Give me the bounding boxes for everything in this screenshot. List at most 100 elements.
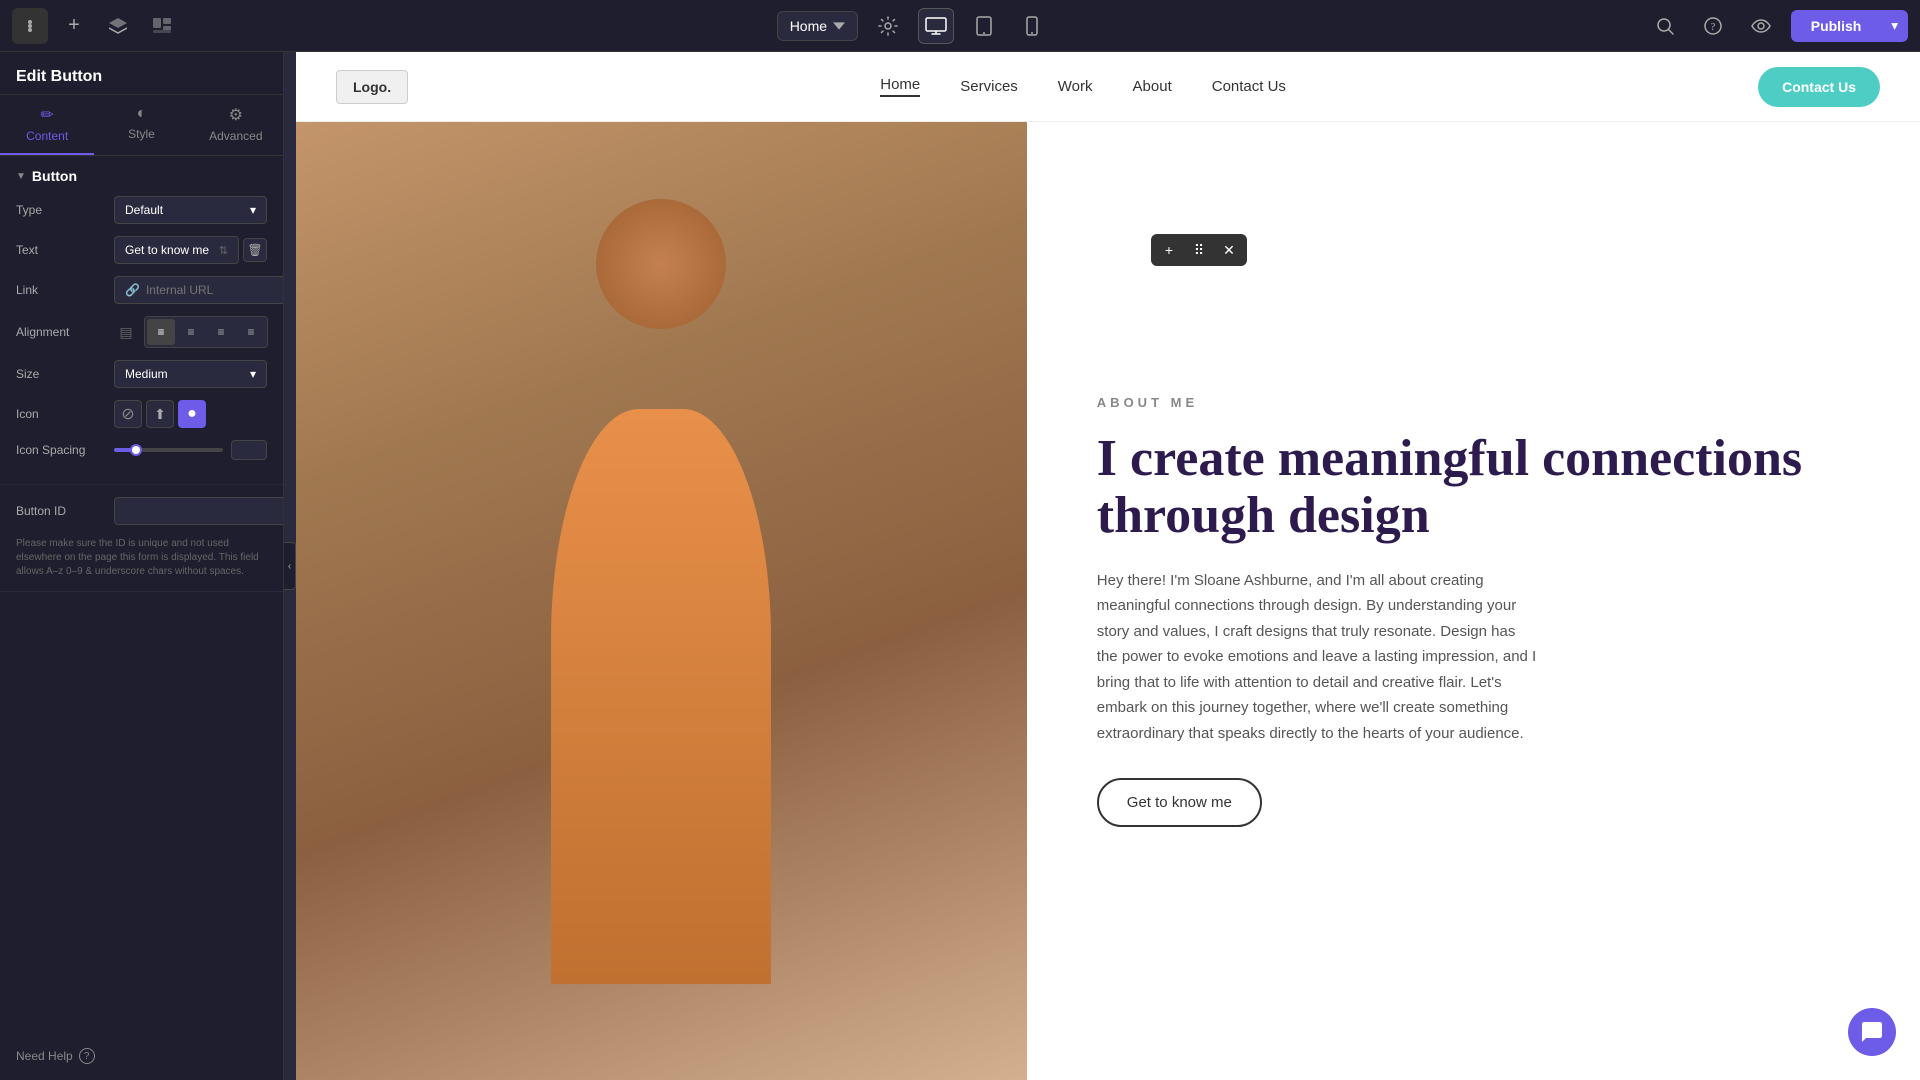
icon-control: ⊘ ⬆ ●	[114, 400, 267, 428]
canvas-area: ‹ Logo. Home Services Work About Contact…	[284, 52, 1920, 1080]
settings-button[interactable]	[870, 8, 906, 44]
search-button[interactable]	[1647, 8, 1683, 44]
button-id-input[interactable]	[114, 497, 284, 525]
button-id-section: Button ID 🗑 Please make sure the ID is u…	[0, 485, 283, 592]
icon-spacing-slider[interactable]	[114, 440, 267, 460]
slider-track	[114, 448, 223, 452]
size-control: Medium ▾	[114, 360, 267, 388]
advanced-tab-icon: ⚙	[229, 105, 243, 125]
button-section: ▼ Button Type Default ▾ Text Get to	[0, 156, 283, 485]
hero-image	[296, 122, 1027, 1080]
hero-title: I create meaningful connections through …	[1097, 430, 1860, 544]
type-label: Type	[16, 203, 106, 217]
help-button[interactable]: ?	[1695, 8, 1731, 44]
button-id-label: Button ID	[16, 504, 106, 518]
chat-bubble[interactable]	[1848, 1008, 1896, 1056]
link-row: Link 🔗 ✕ ⚙	[16, 276, 267, 304]
tablet-view-button[interactable]	[966, 8, 1002, 44]
hero-cta-button[interactable]: Get to know me	[1097, 778, 1262, 827]
preview-nav: Logo. Home Services Work About Contact U…	[296, 52, 1920, 122]
text-value: Get to know me	[125, 243, 209, 257]
tab-style[interactable]: ◐ Style	[94, 95, 188, 155]
panel-collapse-button[interactable]: ‹	[284, 542, 296, 590]
icon-spacing-row: Icon Spacing	[16, 440, 267, 460]
text-delete-button[interactable]: 🗑	[243, 238, 267, 262]
align-right-button[interactable]: ≡	[207, 319, 235, 345]
publish-button[interactable]: Publish	[1791, 10, 1882, 42]
align-center-button[interactable]: ≡	[177, 319, 205, 345]
hero-description: Hey there! I'm Sloane Ashburne, and I'm …	[1097, 568, 1537, 747]
alignment-label: Alignment	[16, 325, 106, 339]
topbar-right: ? Publish ▾	[1647, 8, 1908, 44]
topbar: + Home	[0, 0, 1920, 52]
tab-advanced[interactable]: ⚙ Advanced	[189, 95, 283, 155]
nav-cta-button[interactable]: Contact Us	[1758, 67, 1880, 107]
size-select[interactable]: Medium ▾	[114, 360, 267, 388]
topbar-center: Home	[188, 8, 1639, 44]
publish-group[interactable]: Publish ▾	[1791, 10, 1908, 42]
icon-label: Icon	[16, 407, 106, 421]
type-value: Default	[125, 203, 163, 217]
style-tab-icon: ◐	[137, 105, 147, 123]
page-selector[interactable]: Home	[777, 11, 858, 41]
panel-title: Edit Button	[0, 52, 283, 95]
size-label: Size	[16, 367, 106, 381]
button-section-header[interactable]: ▼ Button	[16, 168, 267, 184]
icon-upload-button[interactable]: ⬆	[146, 400, 174, 428]
panel-tabs: ✏ Content ◐ Style ⚙ Advanced	[0, 95, 283, 156]
main-layout: Edit Button ✏ Content ◐ Style ⚙ Advanced…	[0, 52, 1920, 1080]
layers-button[interactable]	[100, 8, 136, 44]
element-add-button[interactable]: +	[1157, 238, 1181, 262]
content-tab-label: Content	[26, 129, 68, 143]
preview-logo[interactable]: Logo.	[336, 70, 408, 104]
content-tab-icon: ✏	[40, 105, 53, 125]
text-row: Text Get to know me ⇅ 🗑	[16, 236, 267, 264]
pages-button[interactable]	[144, 8, 180, 44]
style-tab-label: Style	[128, 127, 155, 141]
nav-link-contact[interactable]: Contact Us	[1212, 78, 1286, 95]
alignment-row: Alignment ▤ ≡ ≡ ≡ ≡	[16, 316, 267, 348]
text-input[interactable]: Get to know me ⇅	[114, 236, 239, 264]
element-delete-button[interactable]: ✕	[1217, 238, 1241, 262]
slider-value-input[interactable]	[231, 440, 267, 460]
hamburger-menu-icon[interactable]	[12, 8, 48, 44]
nav-link-about[interactable]: About	[1133, 78, 1172, 95]
link-input[interactable]: 🔗	[114, 276, 284, 304]
size-row: Size Medium ▾	[16, 360, 267, 388]
need-help[interactable]: Need Help ?	[0, 1032, 283, 1080]
svg-text:?: ?	[1710, 21, 1715, 33]
link-label: Link	[16, 283, 106, 297]
preview-hero: ABOUT ME I create meaningful connections…	[296, 122, 1920, 1080]
text-label: Text	[16, 243, 106, 257]
link-text-field[interactable]	[146, 283, 284, 297]
alignment-group: ≡ ≡ ≡ ≡	[144, 316, 268, 348]
type-chevron-icon: ▾	[250, 203, 256, 217]
icon-spacing-control	[114, 440, 267, 460]
mobile-view-button[interactable]	[1014, 8, 1050, 44]
button-section-label: Button	[32, 168, 77, 184]
desktop-view-button[interactable]	[918, 8, 954, 44]
align-left-button[interactable]: ≡	[147, 319, 175, 345]
section-collapse-icon: ▼	[16, 171, 26, 182]
element-drag-button[interactable]: ⠿	[1187, 238, 1211, 262]
element-toolbar: + ⠿ ✕	[1151, 234, 1247, 266]
slider-thumb[interactable]	[130, 444, 142, 456]
nav-link-services[interactable]: Services	[960, 78, 1018, 95]
icon-row: Icon ⊘ ⬆ ●	[16, 400, 267, 428]
add-element-button[interactable]: +	[56, 8, 92, 44]
preview-button[interactable]	[1743, 8, 1779, 44]
website-preview: Logo. Home Services Work About Contact U…	[296, 52, 1920, 1080]
publish-dropdown-button[interactable]: ▾	[1881, 10, 1908, 42]
nav-link-home[interactable]: Home	[880, 76, 920, 97]
button-id-control: 🗑	[114, 497, 284, 525]
topbar-left: +	[12, 8, 180, 44]
tab-content[interactable]: ✏ Content	[0, 95, 94, 155]
text-reorder-icon: ⇅	[219, 244, 228, 257]
icon-select-button[interactable]: ●	[178, 400, 206, 428]
link-control: 🔗 ✕ ⚙	[114, 276, 284, 304]
icon-none-button[interactable]: ⊘	[114, 400, 142, 428]
nav-link-work[interactable]: Work	[1058, 78, 1093, 95]
preview-nav-links: Home Services Work About Contact Us	[408, 76, 1758, 97]
type-select[interactable]: Default ▾	[114, 196, 267, 224]
align-justify-button[interactable]: ≡	[237, 319, 265, 345]
